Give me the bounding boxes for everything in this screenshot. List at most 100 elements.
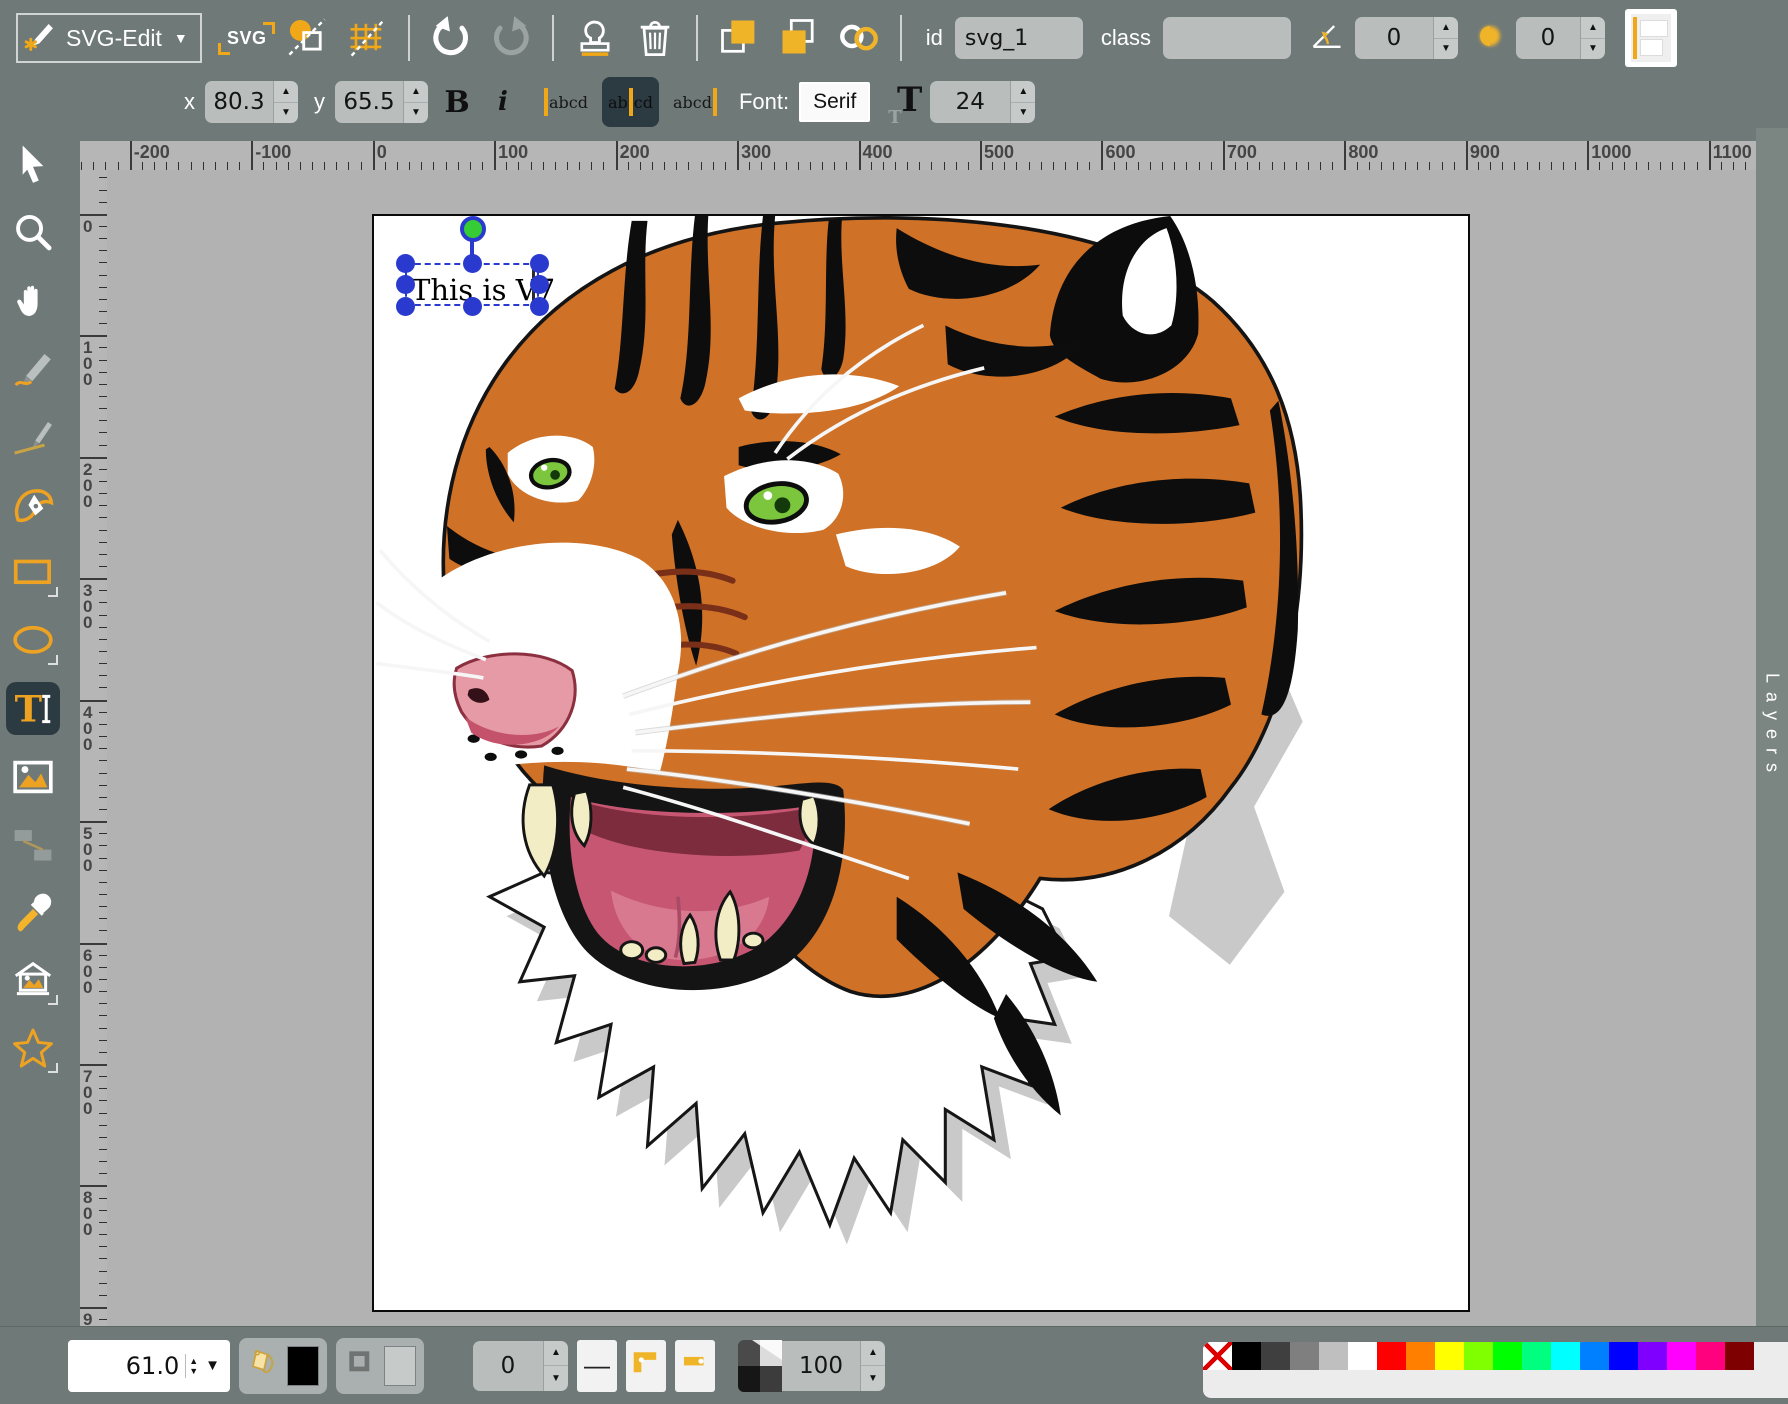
stroke-width-up-button[interactable]: ▲ <box>544 1341 568 1367</box>
text-anchor-end-button[interactable]: abcd <box>667 79 723 125</box>
tool-image[interactable] <box>6 750 60 803</box>
fill-color-control[interactable] <box>239 1338 327 1394</box>
zoom-input[interactable]: 61.0 <box>74 1352 185 1380</box>
text-anchor-middle-button[interactable]: ab cd <box>602 77 659 127</box>
wireframe-button[interactable] <box>282 12 332 64</box>
layers-panel-toggle[interactable]: Layers <box>1756 128 1788 1326</box>
paint-bucket-icon <box>247 1344 281 1387</box>
palette-swatch-none[interactable] <box>1203 1342 1232 1370</box>
stroke-width-down-button[interactable]: ▼ <box>544 1366 568 1391</box>
tool-line[interactable] <box>6 410 60 463</box>
x-input[interactable]: 80.3 <box>205 81 273 123</box>
clone-button[interactable] <box>570 12 620 64</box>
delete-button[interactable] <box>630 12 680 64</box>
resize-handle-e[interactable] <box>530 275 549 294</box>
tool-star[interactable] <box>6 1022 60 1075</box>
linecap-button[interactable] <box>675 1340 715 1392</box>
palette-swatch-7f7f7f[interactable] <box>1290 1342 1319 1370</box>
y-down-button[interactable]: ▼ <box>404 103 428 124</box>
source-editor-button[interactable]: SVG <box>222 12 272 64</box>
tool-pan[interactable] <box>6 274 60 327</box>
move-to-bottom-button[interactable] <box>774 12 824 64</box>
opacity-up-button[interactable]: ▲ <box>861 1341 885 1367</box>
palette-swatch-bfbfbf[interactable] <box>1319 1342 1348 1370</box>
x-down-button[interactable]: ▼ <box>274 103 298 124</box>
align-dropdown-button[interactable] <box>1625 9 1677 67</box>
make-link-button[interactable] <box>834 12 884 64</box>
opacity-input[interactable]: 100 <box>782 1341 860 1391</box>
bold-button[interactable]: B <box>436 84 478 121</box>
zoom-dropdown-icon[interactable]: ▼ <box>201 1357 224 1374</box>
palette-swatch-00ff7f[interactable] <box>1522 1342 1551 1370</box>
drawing-canvas[interactable]: This is V7 <box>372 214 1470 1312</box>
font-size-up-button[interactable]: ▲ <box>1011 81 1035 103</box>
blur-up-button[interactable]: ▲ <box>1581 17 1605 39</box>
y-label: y <box>314 89 325 115</box>
palette-swatch-007fff[interactable] <box>1580 1342 1609 1370</box>
font-family-button[interactable]: Serif <box>799 82 870 122</box>
linejoin-button[interactable] <box>626 1340 666 1392</box>
y-input[interactable]: 65.5 <box>335 81 403 123</box>
stroke-style-button[interactable]: — <box>577 1340 617 1392</box>
palette-swatch-7f0000[interactable] <box>1725 1342 1754 1370</box>
stroke-color-control[interactable] <box>336 1338 424 1394</box>
angle-up-button[interactable]: ▲ <box>1434 17 1458 39</box>
id-input[interactable] <box>955 17 1083 59</box>
opacity-down-button[interactable]: ▼ <box>861 1366 885 1391</box>
grid-button[interactable] <box>342 12 392 64</box>
font-size-input[interactable]: 24 <box>930 81 1010 123</box>
italic-button[interactable]: i <box>486 86 520 118</box>
tool-library[interactable] <box>6 954 60 1007</box>
palette-swatch-7f00ff[interactable] <box>1638 1342 1667 1370</box>
y-up-button[interactable]: ▲ <box>404 81 428 103</box>
tool-text[interactable]: T <box>6 682 60 735</box>
stroke-color-swatch[interactable] <box>384 1346 416 1386</box>
tool-select[interactable] <box>6 138 60 191</box>
palette-swatch-7fff00[interactable] <box>1464 1342 1493 1370</box>
resize-handle-s[interactable] <box>463 297 482 316</box>
resize-handle-n[interactable] <box>463 254 482 273</box>
text-anchor-start-button[interactable]: abcd <box>538 79 594 125</box>
main-menu-button[interactable]: SVG-Edit ▼ <box>16 13 202 63</box>
tool-zoom[interactable] <box>6 206 60 259</box>
resize-handle-se[interactable] <box>530 297 549 316</box>
palette-swatch-ff00ff[interactable] <box>1667 1342 1696 1370</box>
palette-swatch-00ffff[interactable] <box>1551 1342 1580 1370</box>
tool-pencil[interactable] <box>6 342 60 395</box>
palette-swatch-3f3f3f[interactable] <box>1261 1342 1290 1370</box>
tool-path[interactable] <box>6 478 60 531</box>
resize-handle-w[interactable] <box>396 275 415 294</box>
palette-swatch-ff0000[interactable] <box>1377 1342 1406 1370</box>
class-input[interactable] <box>1163 17 1291 59</box>
angle-input[interactable]: 0 <box>1355 17 1433 59</box>
palette-swatch-00ff00[interactable] <box>1493 1342 1522 1370</box>
resize-handle-nw[interactable] <box>396 254 415 273</box>
font-label: Font: <box>739 89 789 115</box>
resize-handle-sw[interactable] <box>396 297 415 316</box>
palette-swatch-ffffff[interactable] <box>1348 1342 1377 1370</box>
palette-swatch-ff007f[interactable] <box>1696 1342 1725 1370</box>
x-up-button[interactable]: ▲ <box>274 81 298 103</box>
stroke-width-input[interactable]: 0 <box>473 1341 543 1391</box>
tool-ellipse[interactable] <box>6 614 60 667</box>
undo-button[interactable] <box>426 12 476 64</box>
resize-handle-ne[interactable] <box>530 254 549 273</box>
move-to-top-button[interactable] <box>714 12 764 64</box>
tool-eyedropper[interactable] <box>6 886 60 939</box>
rotate-grip[interactable] <box>460 216 486 242</box>
blur-input[interactable]: 0 <box>1516 17 1580 59</box>
blur-down-button[interactable]: ▼ <box>1581 39 1605 60</box>
workspace[interactable]: This is V7 <box>107 170 1756 1326</box>
palette-swatch-ff7f00[interactable] <box>1406 1342 1435 1370</box>
zoom-stepper[interactable]: ▲▼ <box>185 1354 201 1378</box>
angle-down-button[interactable]: ▼ <box>1434 39 1458 60</box>
tool-rect[interactable] <box>6 546 60 599</box>
redo-button[interactable] <box>486 12 536 64</box>
palette-swatch-000000[interactable] <box>1232 1342 1261 1370</box>
angle-spinbox: 0 ▲▼ <box>1355 17 1458 59</box>
fill-color-swatch[interactable] <box>287 1346 319 1386</box>
palette-swatch-ffff00[interactable] <box>1435 1342 1464 1370</box>
font-size-down-button[interactable]: ▼ <box>1011 103 1035 124</box>
main-toolbar: SVG-Edit ▼ SVG <box>0 0 1788 76</box>
palette-swatch-0000ff[interactable] <box>1609 1342 1638 1370</box>
